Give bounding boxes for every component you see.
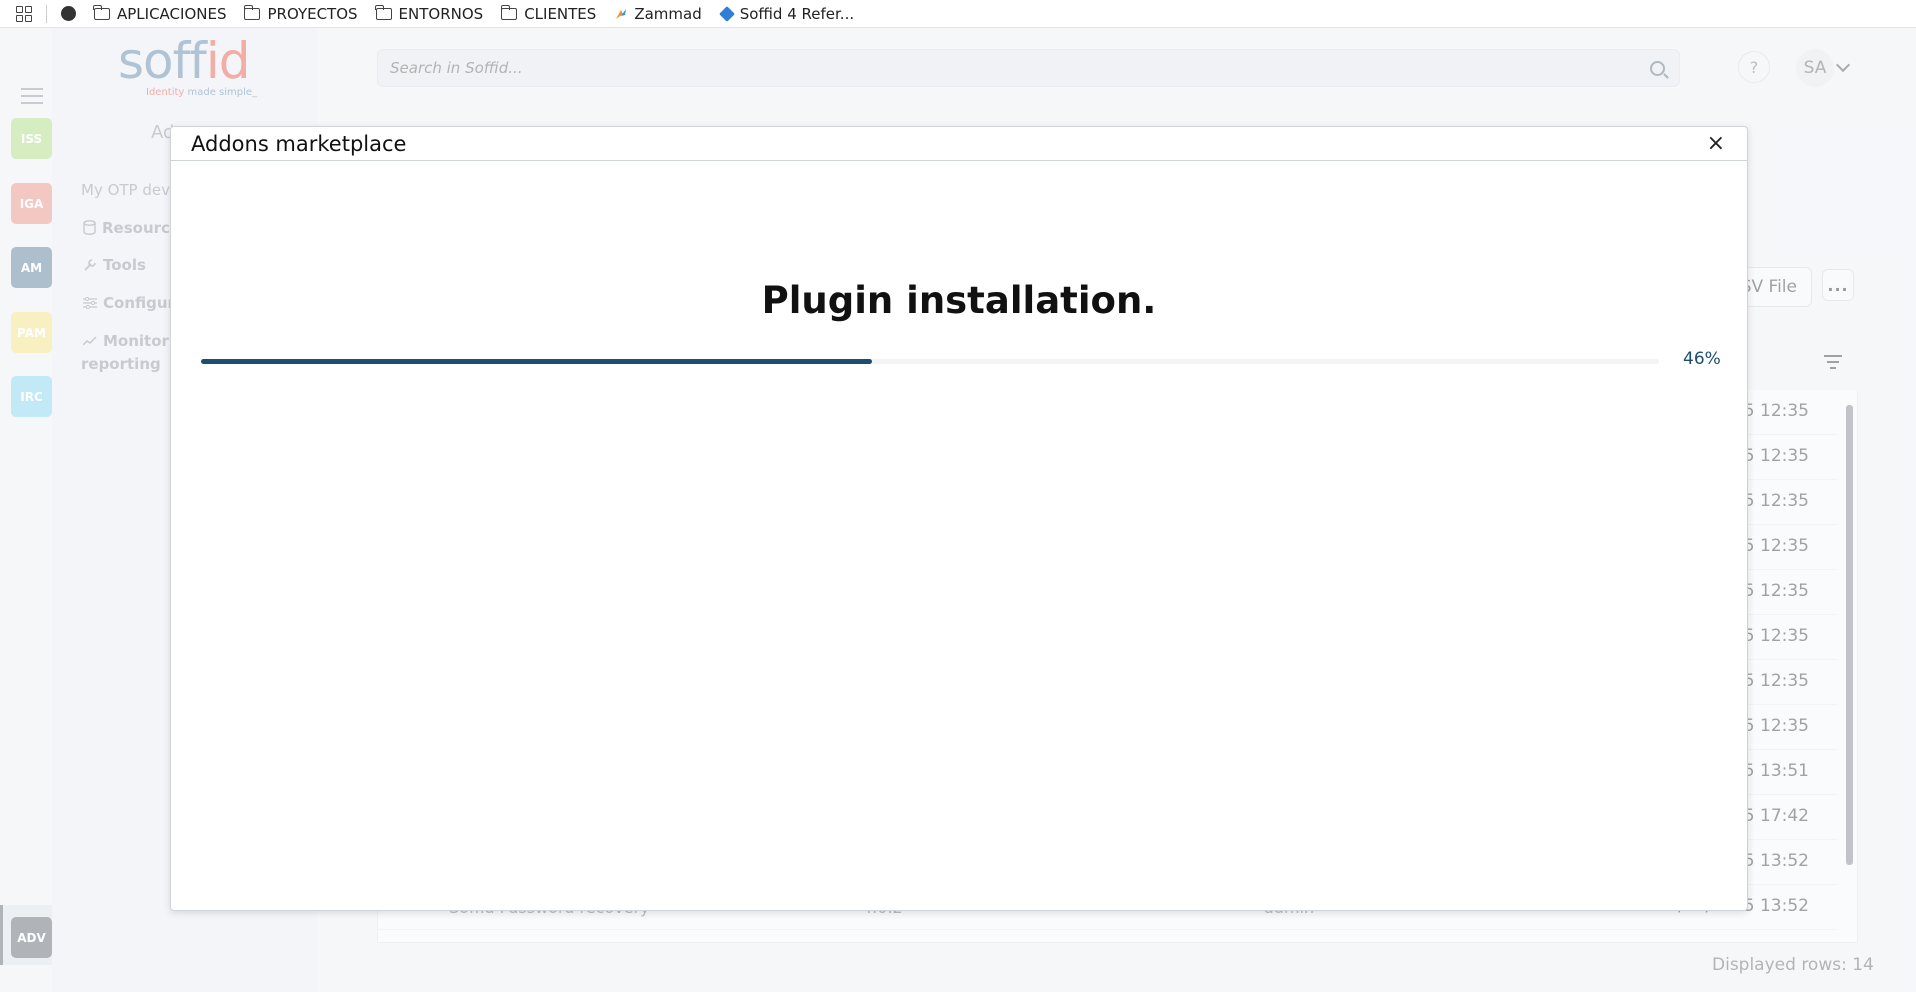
folder-icon (93, 4, 110, 20)
dialog-title: Addons marketplace (191, 132, 407, 156)
bookmark-clientes[interactable]: CLIENTES (500, 4, 597, 23)
bookmarks-bar: APLICACIONES PROYECTOS ENTORNOS CLIENTES… (0, 0, 1916, 28)
plugin-installation-heading: Plugin installation. (761, 279, 1157, 322)
bookmark-label: CLIENTES (524, 4, 597, 23)
close-icon[interactable]: × (1707, 131, 1725, 156)
folder-icon (243, 4, 261, 20)
progress-percentage: 46% (1683, 349, 1721, 369)
folder-icon (374, 4, 392, 20)
apps-grid-icon[interactable] (16, 5, 32, 22)
bookmark-label: Zammad (634, 4, 702, 23)
bookmark-label: APLICACIONES (117, 4, 227, 23)
bookmark-label: Soffid 4 Refer... (739, 4, 855, 23)
addons-marketplace-dialog: Addons marketplace × Plugin installation… (170, 126, 1748, 911)
bookmark-label: ENTORNOS (398, 4, 484, 23)
bookmark-globe[interactable] (61, 6, 76, 21)
bookmark-aplicaciones[interactable]: APLICACIONES (93, 4, 227, 23)
bookmark-entornos[interactable]: ENTORNOS (374, 4, 484, 23)
folder-icon (500, 4, 518, 20)
installation-progress-bar (201, 359, 1659, 364)
soffid-cube-icon (718, 5, 735, 22)
globe-icon (61, 6, 76, 21)
dialog-header: Addons marketplace × (171, 127, 1747, 161)
progress-fill (201, 359, 872, 364)
bookmark-zammad[interactable]: Zammad (614, 4, 702, 23)
bookmark-label: PROYECTOS (267, 4, 358, 23)
bookmarks-divider (46, 4, 47, 23)
zammad-icon (616, 8, 627, 19)
bookmark-soffid[interactable]: Soffid 4 Refer... (718, 4, 855, 23)
bookmark-proyectos[interactable]: PROYECTOS (243, 4, 358, 23)
